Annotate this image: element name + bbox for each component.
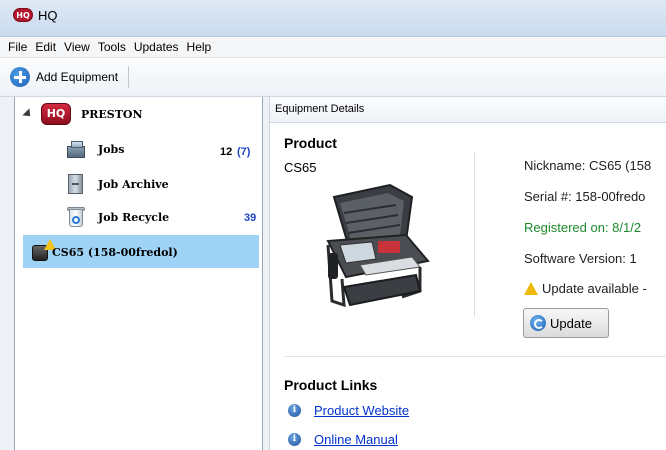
serial-text: Serial #: 158-00fredo: [524, 189, 646, 204]
jobs-icon: [65, 139, 87, 159]
product-website-link[interactable]: Product Website: [314, 403, 409, 418]
device-warning-icon: [32, 239, 56, 263]
window-title: HQ: [38, 8, 58, 23]
jobs-count: 12: [220, 146, 233, 158]
vertical-divider: [474, 152, 475, 317]
registered-text: Registered on: 8/1/2: [524, 220, 642, 235]
update-button-label: Update: [550, 315, 592, 331]
software-version-text: Software Version: 1: [524, 251, 637, 266]
tree-org-row[interactable]: HQ PRESTON: [22, 103, 143, 125]
link-row-product-website: i Product Website: [288, 403, 409, 418]
update-available-text: Update available -: [542, 281, 647, 296]
update-button[interactable]: Update: [523, 308, 609, 338]
link-row-online-manual: i Online Manual: [288, 432, 398, 447]
warning-icon: [524, 282, 538, 295]
section-divider: [284, 356, 666, 357]
equipment-details-header: Equipment Details: [269, 97, 666, 123]
hq-logo-icon: HQ: [41, 103, 71, 125]
product-image: [326, 183, 430, 308]
tree-item-label: Job Archive: [98, 177, 169, 191]
left-margin: [0, 97, 14, 450]
tree-item-label: Jobs: [98, 142, 125, 156]
menu-view[interactable]: View: [60, 40, 94, 54]
jobs-count-extra: (7): [237, 146, 251, 158]
add-equipment-label: Add Equipment: [36, 70, 119, 84]
job-recycle-icon: [65, 205, 87, 229]
menu-tools[interactable]: Tools: [94, 40, 130, 54]
menu-help[interactable]: Help: [183, 40, 216, 54]
info-icon: i: [288, 433, 301, 446]
org-label: PRESTON: [81, 107, 143, 121]
tree-item-job-archive[interactable]: Job Archive: [65, 173, 169, 195]
menu-bar: File Edit View Tools Updates Help: [0, 37, 666, 58]
add-equipment-icon: [10, 67, 30, 87]
tree-item-jobs[interactable]: Jobs: [65, 139, 124, 159]
online-manual-link[interactable]: Online Manual: [314, 432, 398, 447]
menu-updates[interactable]: Updates: [130, 40, 183, 54]
product-links-title: Product Links: [284, 377, 378, 393]
update-icon: [530, 315, 546, 331]
menu-edit[interactable]: Edit: [31, 40, 60, 54]
panel-title: Equipment Details: [275, 103, 365, 115]
menu-file[interactable]: File: [4, 40, 31, 54]
expander-icon[interactable]: [22, 108, 34, 120]
update-available-row: Update available -: [524, 280, 647, 296]
add-equipment-button[interactable]: Add Equipment: [10, 66, 130, 88]
product-model: CS65: [284, 160, 317, 175]
job-archive-icon: [65, 173, 87, 195]
recycle-count: 39: [244, 212, 257, 224]
tree-item-label: Job Recycle: [98, 210, 170, 224]
title-bar: HQ HQ: [0, 0, 666, 37]
product-title: Product: [284, 135, 337, 151]
device-label: CS65 (158-00fredol): [52, 246, 178, 259]
tree-item-job-recycle[interactable]: Job Recycle: [65, 205, 169, 229]
hq-logo-icon: HQ: [13, 8, 33, 22]
toolbar: Add Equipment: [0, 58, 666, 97]
nickname-text: Nickname: CS65 (158: [524, 158, 652, 173]
info-icon: i: [288, 404, 301, 417]
